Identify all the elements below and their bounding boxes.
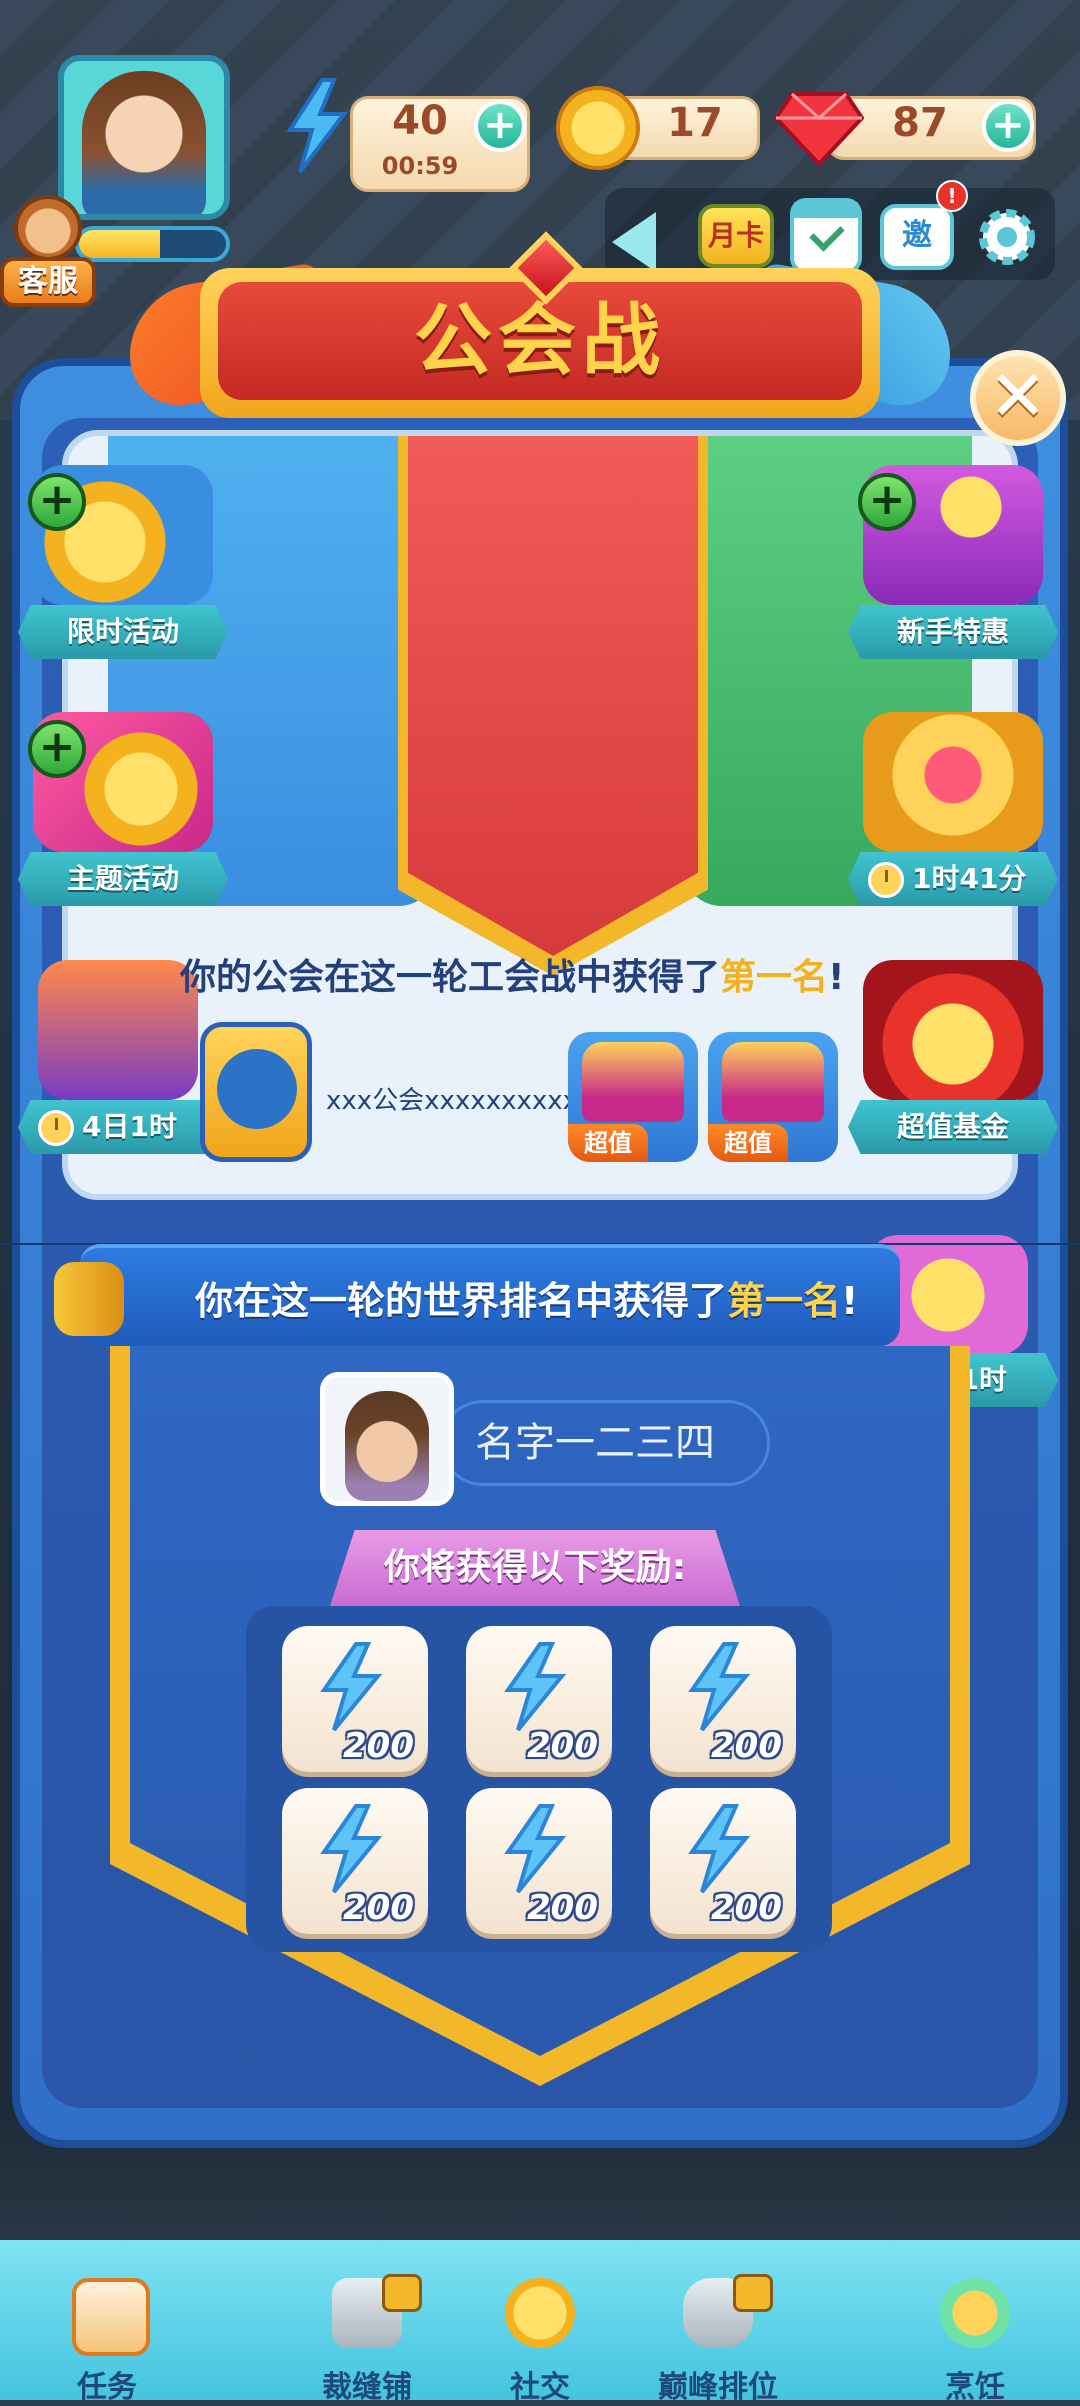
reward-item[interactable]: 200 xyxy=(282,1788,428,1934)
limited-event-button[interactable]: + 限时活动 xyxy=(18,465,228,675)
nav-label: 裁缝铺 xyxy=(322,2370,412,2405)
social-icon xyxy=(505,2278,575,2348)
close-button[interactable]: ✕ xyxy=(970,350,1066,446)
nav-cooking[interactable]: 烹饪 xyxy=(900,2278,1050,2405)
reward-item[interactable]: 200 xyxy=(650,1626,796,1772)
nav-social[interactable]: 社交 xyxy=(465,2278,615,2405)
chest-tag: 超值 xyxy=(568,1124,648,1162)
world-message-suffix: ! xyxy=(841,1279,859,1323)
energy-bolt-icon xyxy=(504,1804,567,1894)
guild-result-message: 你的公会在这一轮工会战中获得了第一名! xyxy=(180,948,880,1008)
card-event-timer: 4日1时 xyxy=(18,1100,228,1154)
treasure-chest-icon xyxy=(582,1042,684,1122)
newbie-offer-button[interactable]: + 新手特惠 xyxy=(848,465,1058,675)
energy-value: 40 xyxy=(392,98,448,144)
chest-tag: 超值 xyxy=(708,1124,788,1162)
gem-icon xyxy=(774,92,864,167)
theme-event-button[interactable]: + 主题活动 xyxy=(18,712,228,922)
energy-bolt-icon xyxy=(688,1642,751,1732)
chest-reward-card[interactable]: 超值 xyxy=(568,1032,698,1162)
reward-amount: 200 xyxy=(343,1888,414,1928)
gems-value: 87 xyxy=(892,100,948,146)
energy-bolt-icon xyxy=(286,78,349,174)
nav-label: 烹饪 xyxy=(945,2370,1005,2405)
red-banner xyxy=(408,436,698,956)
add-gems-button[interactable]: + xyxy=(982,100,1034,152)
world-message-text: 你在这一轮的世界排名中获得了 xyxy=(195,1279,728,1323)
gift-chest-icon xyxy=(863,712,1043,852)
add-energy-button[interactable]: + xyxy=(474,100,526,152)
guild-message-text: 你的公会在这一轮工会战中获得了 xyxy=(180,957,721,998)
player-portrait xyxy=(345,1391,429,1501)
chest-reward-card[interactable]: 超值 xyxy=(708,1032,838,1162)
lock-icon xyxy=(382,2274,422,2312)
customer-service-icon xyxy=(14,195,82,261)
energy-bolt-icon xyxy=(504,1642,567,1732)
settings-gear-icon[interactable] xyxy=(970,200,1044,274)
reward-amount: 200 xyxy=(343,1726,414,1766)
energy-timer: 00:59 xyxy=(381,152,459,180)
reward-amount: 200 xyxy=(711,1726,782,1766)
limited-event-label: 限时活动 xyxy=(18,605,228,659)
treasure-chest-icon xyxy=(722,1042,824,1122)
coin-icon xyxy=(556,86,640,170)
newbie-offer-label: 新手特惠 xyxy=(848,605,1058,659)
nav-tailor[interactable]: 裁缝铺 xyxy=(292,2274,442,2405)
guild-message-suffix: ! xyxy=(828,957,845,998)
star-card-icon xyxy=(38,960,198,1100)
reward-title: 你将获得以下奖励: xyxy=(330,1530,740,1606)
world-rank-message: 你在这一轮的世界排名中获得了第一名! xyxy=(195,1270,895,1326)
nav-label: 任务 xyxy=(77,2370,137,2405)
customer-service-label: 客服 xyxy=(0,257,96,307)
plus-icon: + xyxy=(858,473,916,531)
reward-amount: 200 xyxy=(527,1726,598,1766)
nav-label: 社交 xyxy=(510,2370,570,2405)
nav-task[interactable]: 任务 xyxy=(32,2278,182,2405)
reward-amount: 200 xyxy=(711,1888,782,1928)
reward-amount: 200 xyxy=(527,1888,598,1928)
notification-badge-icon: ! xyxy=(936,180,968,212)
plus-icon: + xyxy=(28,473,86,531)
card-event-timer-text: 4日1时 xyxy=(82,1110,177,1143)
reward-item[interactable]: 200 xyxy=(466,1788,612,1934)
guild-rank-highlight: 第一名 xyxy=(720,957,829,998)
plus-icon: + xyxy=(28,720,86,778)
scroll-knob-icon xyxy=(54,1262,124,1336)
energy-bolt-icon xyxy=(320,1804,383,1894)
nav-label: 巅峰排位 xyxy=(658,2370,778,2405)
gift-chest-timer: 1时41分 xyxy=(848,852,1058,906)
coins-value: 17 xyxy=(667,100,723,146)
clock-icon xyxy=(868,862,904,898)
cooking-icon xyxy=(940,2278,1010,2348)
world-rank-highlight: 第一名 xyxy=(727,1279,842,1323)
gift-chest-button[interactable]: 1时41分 xyxy=(848,712,1058,922)
bowl-icon xyxy=(217,1049,297,1129)
customer-service-button[interactable]: 客服 xyxy=(0,195,96,313)
clock-icon xyxy=(38,1110,74,1146)
theme-event-label: 主题活动 xyxy=(18,852,228,906)
energy-bolt-icon xyxy=(320,1642,383,1732)
guild-name: xxx公会xxxxxxxxxx xyxy=(326,1086,579,1116)
guild-emblem xyxy=(200,1022,312,1162)
task-icon xyxy=(72,2278,150,2356)
reward-item[interactable]: 200 xyxy=(466,1626,612,1772)
reward-item[interactable]: 200 xyxy=(282,1626,428,1772)
value-fund-label: 超值基金 xyxy=(848,1100,1058,1154)
value-fund-icon xyxy=(863,960,1043,1100)
player-avatar-small xyxy=(320,1372,454,1506)
avatar-portrait xyxy=(82,71,206,214)
reward-item[interactable]: 200 xyxy=(650,1788,796,1934)
nav-peak-rank[interactable]: 巅峰排位 xyxy=(643,2274,793,2405)
player-name: 名字一二三四 xyxy=(475,1420,715,1466)
lock-icon xyxy=(733,2274,773,2312)
title-banner: 公会战 xyxy=(130,231,950,438)
gift-chest-timer-text: 1时41分 xyxy=(912,862,1027,895)
energy-bolt-icon xyxy=(688,1804,751,1894)
